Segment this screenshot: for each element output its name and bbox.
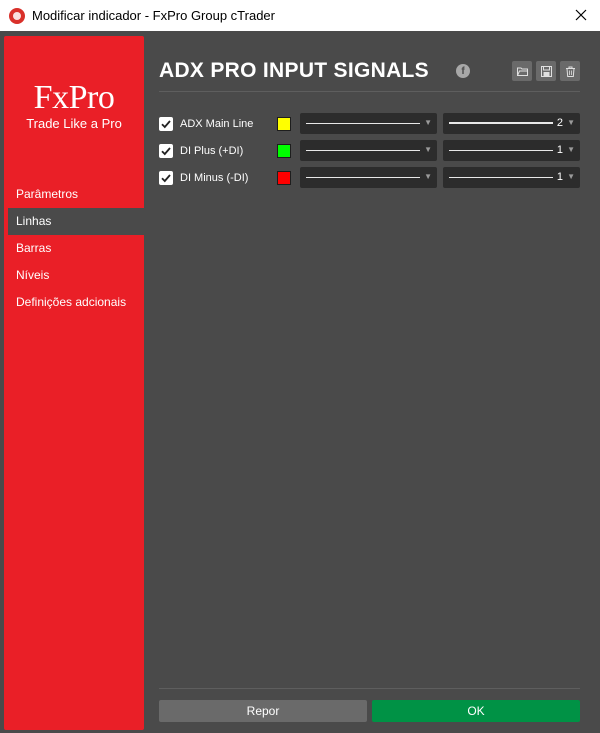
title-bar: Modificar indicador - FxPro Group cTrade… xyxy=(0,0,600,31)
close-button[interactable] xyxy=(570,4,592,26)
trash-icon xyxy=(565,66,575,77)
save-icon xyxy=(540,65,552,77)
line-color-swatch[interactable] xyxy=(277,117,291,131)
ok-button[interactable]: OK xyxy=(372,700,580,722)
line-thickness-value: 2 xyxy=(556,117,563,129)
chevron-down-icon: ▼ xyxy=(424,118,432,127)
line-visible-checkbox[interactable] xyxy=(159,144,173,158)
line-style-select[interactable]: ▼ xyxy=(300,140,437,161)
line-thickness-sample xyxy=(449,150,553,151)
line-label: ADX Main Line xyxy=(180,118,254,130)
checkmark-icon xyxy=(161,147,171,156)
line-style-select[interactable]: ▼ xyxy=(300,113,437,134)
sidebar-item-parametros[interactable]: Parâmetros xyxy=(4,181,144,208)
line-thickness-value: 1 xyxy=(556,171,563,183)
checkmark-icon xyxy=(161,174,171,183)
chevron-down-icon: ▼ xyxy=(424,172,432,181)
line-color-swatch[interactable] xyxy=(277,144,291,158)
line-row: DI Minus (-DI) ▼ 1 ▼ xyxy=(159,165,580,192)
line-thickness-select[interactable]: 1 ▼ xyxy=(443,167,580,188)
line-color-swatch[interactable] xyxy=(277,171,291,185)
page-title: ADX PRO INPUT SIGNALS xyxy=(159,59,429,82)
line-style-sample xyxy=(306,123,420,124)
toolbar xyxy=(512,61,580,81)
line-label: DI Minus (-DI) xyxy=(180,172,249,184)
line-style-select[interactable]: ▼ xyxy=(300,167,437,188)
lines-list: ADX Main Line ▼ 2 ▼ DI Plus (+DI) ▼ 1 ▼ … xyxy=(159,111,580,192)
sidebar-item-niveis[interactable]: Níveis xyxy=(4,262,144,289)
app-icon xyxy=(9,8,25,24)
line-row: DI Plus (+DI) ▼ 1 ▼ xyxy=(159,138,580,165)
sidebar-item-definicoes[interactable]: Definições adcionais xyxy=(4,289,144,316)
sidebar-item-barras[interactable]: Barras xyxy=(4,235,144,262)
footer-divider xyxy=(159,688,580,689)
facebook-icon[interactable]: f xyxy=(456,64,470,78)
line-thickness-sample xyxy=(449,122,553,124)
brand-logo: FxPro Trade Like a Pro xyxy=(4,79,144,132)
chevron-down-icon: ▼ xyxy=(567,172,575,181)
line-row: ADX Main Line ▼ 2 ▼ xyxy=(159,111,580,138)
reset-button[interactable]: Repor xyxy=(159,700,367,722)
open-button[interactable] xyxy=(512,61,532,81)
line-visible-checkbox[interactable] xyxy=(159,171,173,185)
line-thickness-sample xyxy=(449,177,553,178)
sidebar: FxPro Trade Like a Pro Parâmetros Linhas… xyxy=(4,36,144,730)
sidebar-nav: Parâmetros Linhas Barras Níveis Definiçõ… xyxy=(4,181,144,316)
line-visible-checkbox[interactable] xyxy=(159,117,173,131)
open-folder-icon xyxy=(516,67,528,76)
chevron-down-icon: ▼ xyxy=(567,145,575,154)
chevron-down-icon: ▼ xyxy=(567,118,575,127)
content-panel: ADX PRO INPUT SIGNALS f ADX Main Line ▼ … xyxy=(159,31,580,733)
window-title: Modificar indicador - FxPro Group cTrade… xyxy=(32,8,275,23)
line-thickness-value: 1 xyxy=(556,144,563,156)
line-thickness-select[interactable]: 2 ▼ xyxy=(443,113,580,134)
delete-button[interactable] xyxy=(560,61,580,81)
logo-text: FxPro xyxy=(33,79,115,116)
save-button[interactable] xyxy=(536,61,556,81)
sidebar-item-linhas[interactable]: Linhas xyxy=(8,208,144,235)
close-icon xyxy=(575,9,587,21)
panel-header: ADX PRO INPUT SIGNALS f xyxy=(159,57,580,87)
logo-tagline: Trade Like a Pro xyxy=(26,116,122,131)
header-divider xyxy=(159,91,580,92)
checkmark-icon xyxy=(161,120,171,129)
chevron-down-icon: ▼ xyxy=(424,145,432,154)
dialog-body: FxPro Trade Like a Pro Parâmetros Linhas… xyxy=(0,31,600,733)
line-label: DI Plus (+DI) xyxy=(180,145,244,157)
line-thickness-select[interactable]: 1 ▼ xyxy=(443,140,580,161)
line-style-sample xyxy=(306,150,420,151)
line-style-sample xyxy=(306,177,420,178)
